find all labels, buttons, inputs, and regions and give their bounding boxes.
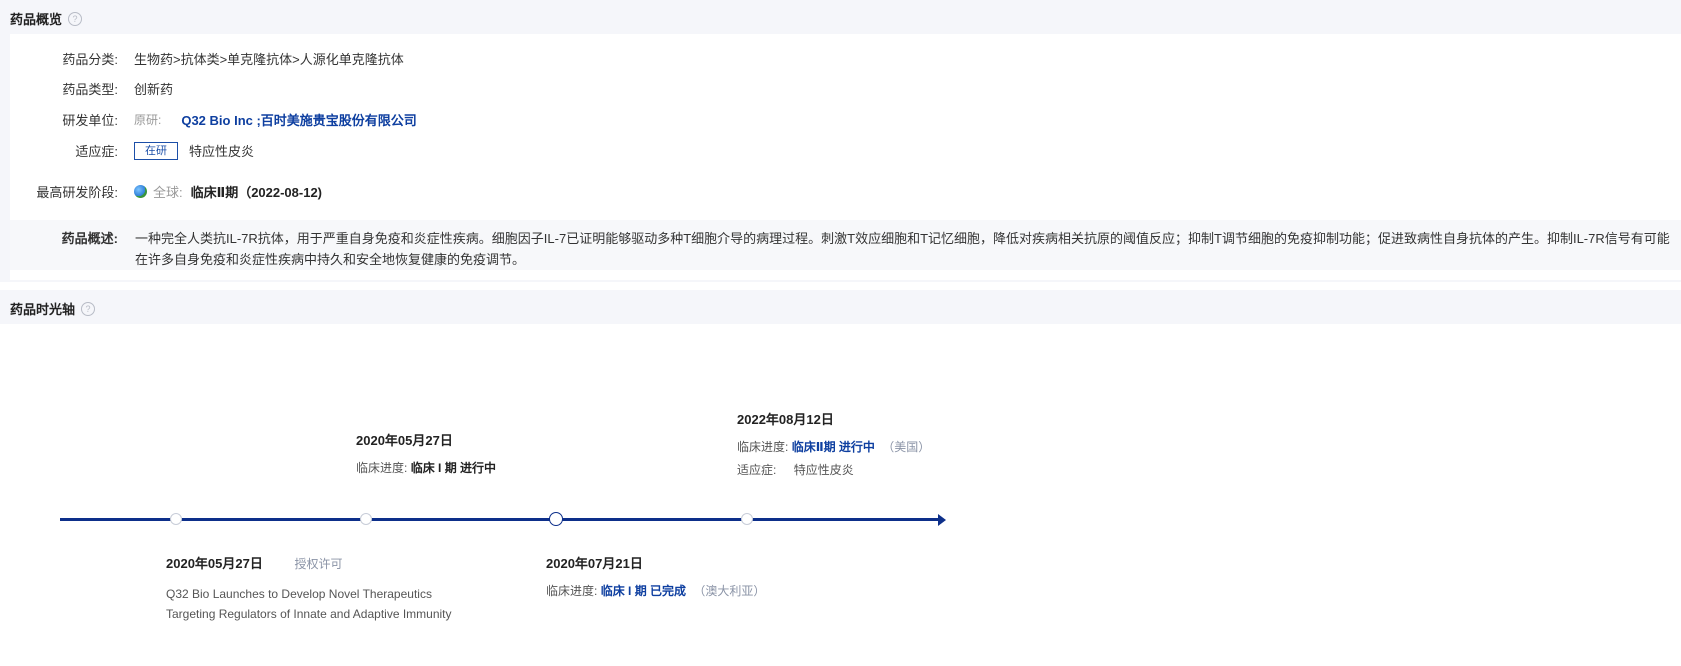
indication-label: 适应症: [75, 144, 118, 159]
timeline-area: 2020年05月27日 临床进度: 临床 I 期 进行中 2022年08月12日… [0, 325, 1681, 666]
event-progress: 临床进度: 临床 I 期 进行中 [356, 459, 496, 476]
description-text: 一种完全人类抗IL-7R抗体，用于严重自身免疫和炎症性疾病。细胞因子IL-7已证… [135, 228, 1675, 270]
timeline-node[interactable] [360, 513, 372, 525]
description-line-1: 一种完全人类抗IL-7R抗体，用于严重自身免疫和炎症性疾病。细胞因子IL-7已证… [135, 231, 1670, 246]
type-row: 药品类型: 创新药 [10, 79, 173, 98]
progress-label: 临床进度: [356, 461, 408, 475]
indication-value: 特应性皮炎 [793, 463, 854, 477]
stage-row: 最高研发阶段: 全球: 临床Ⅱ期（2022-08-12) [10, 182, 322, 201]
event-date: 2020年05月27日 [356, 433, 453, 448]
category-value: 生物药>抗体类>单克隆抗体>人源化单克隆抗体 [134, 52, 404, 67]
timeline-axis [60, 518, 940, 521]
progress-label: 临床进度: [546, 584, 598, 598]
category-row: 药品分类: 生物药>抗体类>单克隆抗体>人源化单克隆抗体 [10, 49, 404, 68]
description-row: 药品概述: 一种完全人类抗IL-7R抗体，用于严重自身免疫和炎症性疾病。细胞因子… [10, 220, 1681, 270]
indication-row: 适应症: 在研 特应性皮炎 [10, 141, 254, 160]
help-icon[interactable]: ? [68, 11, 83, 26]
developer-row: 研发单位: 原研: Q32 Bio Inc ;百时美施贵宝股份有限公司 [10, 110, 416, 129]
event-date-text: 2020年05月27日 [166, 556, 263, 571]
globe-icon [134, 185, 147, 198]
help-icon[interactable]: ? [81, 301, 96, 316]
overview-panel: 药品分类: 生物药>抗体类>单克隆抗体>人源化单克隆抗体 药品类型: 创新药 研… [0, 34, 1681, 282]
timeline-header: 药品时光轴 ? [0, 290, 1681, 324]
overview-title: 药品概览 ? [10, 9, 83, 28]
event-indication: 适应症: 特应性皮炎 [737, 461, 930, 478]
timeline-event-top-1: 2020年05月27日 临床进度: 临床 I 期 进行中 [356, 430, 496, 476]
news-line-2: Targeting Regulators of Innate and Adapt… [166, 607, 452, 621]
description-line-2: 在许多自身免疫和炎症性疾病中持久和安全地恢复健康的免疫调节。 [135, 252, 526, 267]
timeline-title-text: 药品时光轴 [10, 302, 76, 317]
event-date: 2020年07月21日 [546, 556, 643, 571]
timeline-event-top-2: 2022年08月12日 临床进度: 临床Ⅱ期 进行中 （美国） 适应症: 特应性… [737, 409, 930, 478]
stage-value: 临床Ⅱ期（2022-08-12) [190, 185, 323, 200]
overview-card: 药品分类: 生物药>抗体类>单克隆抗体>人源化单克隆抗体 药品类型: 创新药 研… [10, 34, 1681, 280]
progress-value: 临床 I 期 进行中 [410, 461, 497, 475]
progress-value[interactable]: 临床 I 期 已完成 [601, 584, 686, 598]
timeline-arrow-icon [938, 514, 946, 526]
indication-value[interactable]: 特应性皮炎 [189, 141, 254, 160]
news-line-1: Q32 Bio Launches to Develop Novel Therap… [166, 587, 432, 601]
type-value: 创新药 [134, 82, 174, 97]
event-date: 2022年08月12日 [737, 412, 834, 427]
event-progress: 临床进度: 临床 I 期 已完成 （澳大利亚） [546, 582, 765, 599]
timeline-event-bottom-2: 2020年07月21日 临床进度: 临床 I 期 已完成 （澳大利亚） [546, 553, 765, 599]
progress-region: （澳大利亚） [693, 584, 766, 598]
timeline-node-active[interactable] [549, 512, 563, 526]
developer-label: 研发单位: [62, 113, 118, 128]
developer-prefix: 原研: [134, 113, 162, 127]
overview-title-text: 药品概览 [10, 12, 63, 27]
stage-scope: 全球: [153, 185, 183, 200]
stage-label: 最高研发阶段: [36, 185, 118, 200]
timeline-node[interactable] [741, 513, 753, 525]
overview-header: 药品概览 ? [0, 0, 1681, 34]
status-badge: 在研 [134, 141, 178, 160]
category-label: 药品分类: [62, 52, 118, 67]
progress-value[interactable]: 临床Ⅱ期 进行中 [792, 440, 875, 454]
timeline-event-bottom-1: 2020年05月27日 授权许可 Q32 Bio Launches to Dev… [166, 553, 452, 624]
event-progress: 临床进度: 临床Ⅱ期 进行中 （美国） [737, 438, 930, 455]
event-news[interactable]: Q32 Bio Launches to Develop Novel Therap… [166, 584, 452, 624]
event-date: 2020年05月27日 授权许可 [166, 553, 452, 572]
timeline-node[interactable] [170, 513, 182, 525]
developer-link[interactable]: Q32 Bio Inc ;百时美施贵宝股份有限公司 [181, 110, 416, 129]
type-label: 药品类型: [62, 82, 118, 97]
progress-label: 临床进度: [737, 440, 789, 454]
indication-label: 适应症: [737, 463, 777, 477]
event-type-tag: 授权许可 [294, 557, 343, 571]
progress-region: （美国） [882, 440, 931, 454]
timeline-title: 药品时光轴 ? [10, 299, 96, 318]
description-label: 药品概述: [61, 231, 118, 246]
